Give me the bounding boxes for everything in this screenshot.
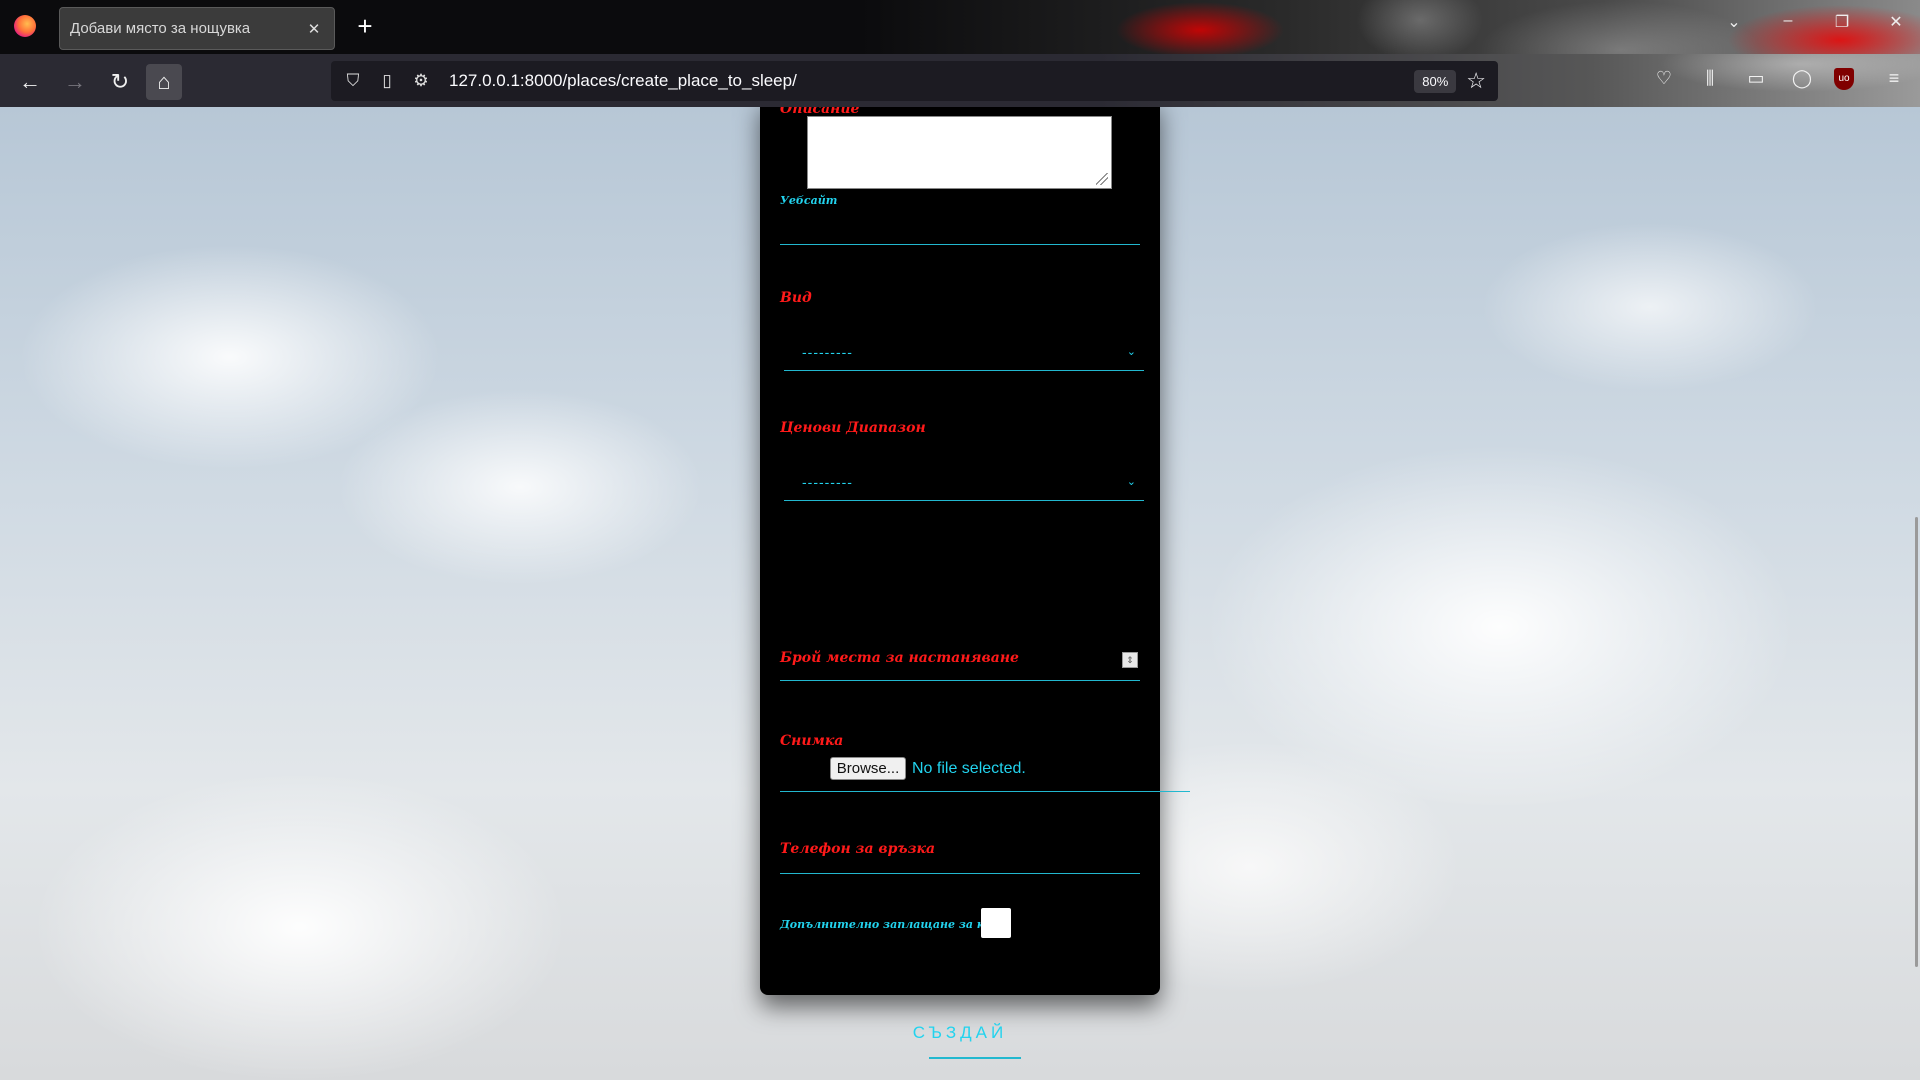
page-icon[interactable]: ▯ xyxy=(375,71,399,91)
zoom-level-badge[interactable]: 80% xyxy=(1414,69,1457,93)
price-range-select-value: --------- xyxy=(802,473,853,490)
browse-button[interactable]: Browse... xyxy=(830,757,906,780)
forward-arrow-icon[interactable]: → xyxy=(57,64,93,100)
new-tab-button[interactable]: + xyxy=(350,11,380,41)
type-select-value: --------- xyxy=(802,343,853,360)
photo-input-underline xyxy=(780,791,1190,792)
photo-label: Снимка xyxy=(780,733,844,749)
phone-input[interactable] xyxy=(780,873,1140,874)
scrollbar-thumb[interactable] xyxy=(1915,517,1918,967)
number-stepper-icon[interactable]: ⇕ xyxy=(1122,652,1138,668)
capacity-label: Брой места за настаняване xyxy=(780,650,1019,666)
chevron-down-icon: ⌄ xyxy=(1126,476,1136,488)
price-range-select[interactable]: --------- ⌄ xyxy=(784,463,1144,501)
close-window-icon[interactable]: ✕ xyxy=(1882,12,1910,32)
close-icon[interactable]: ✕ xyxy=(304,20,324,38)
home-icon[interactable]: ⌂ xyxy=(146,64,182,100)
page-viewport: Описание Уебсайт Вид --------- ⌄ Ценови … xyxy=(0,107,1920,1080)
permissions-icon[interactable]: ⚙ xyxy=(409,71,433,91)
file-status-text: No file selected. xyxy=(912,760,1026,777)
shield-icon[interactable]: ⛉ xyxy=(341,71,365,91)
ublock-origin-icon[interactable]: uo xyxy=(1834,68,1854,90)
type-select[interactable]: --------- ⌄ xyxy=(784,333,1144,371)
bookmark-star-icon[interactable]: ☆ xyxy=(1466,68,1486,94)
type-label: Вид xyxy=(780,290,812,306)
phone-label: Телефон за връзка xyxy=(780,841,936,857)
url-text[interactable]: 127.0.0.1:8000/places/create_place_to_sl… xyxy=(449,71,1414,91)
pocket-icon[interactable]: ♡ xyxy=(1650,68,1678,89)
library-icon[interactable]: ⫼ xyxy=(1696,68,1724,89)
browser-tab-active[interactable]: Добави място за нощувка ✕ xyxy=(59,7,335,50)
firefox-icon[interactable] xyxy=(14,15,36,37)
browser-titlebar: Добави място за нощувка ✕ + ⌄ – ❐ ✕ xyxy=(0,0,1920,54)
website-input[interactable] xyxy=(780,244,1140,245)
resize-grip-icon[interactable] xyxy=(1096,173,1108,185)
list-tabs-icon[interactable]: ⌄ xyxy=(1720,12,1748,32)
maximize-icon[interactable]: ❐ xyxy=(1828,12,1856,32)
description-textarea[interactable] xyxy=(807,116,1112,189)
capacity-input[interactable] xyxy=(780,680,1140,681)
back-arrow-icon[interactable]: ← xyxy=(12,64,48,100)
window-controls: ⌄ – ❐ ✕ xyxy=(1720,12,1910,32)
create-submit-button[interactable]: СЪЗДАЙ xyxy=(910,1023,1010,1057)
chevron-down-icon: ⌄ xyxy=(1126,346,1136,358)
account-icon[interactable]: ◯ xyxy=(1788,68,1816,89)
browser-toolbar: ← → ↻ ⌂ ⛉ ▯ ⚙ 127.0.0.1:8000/places/crea… xyxy=(0,54,1920,107)
dog-fee-checkbox[interactable] xyxy=(981,908,1011,938)
tab-title: Добави място за нощувка xyxy=(70,20,251,37)
minimize-icon[interactable]: – xyxy=(1774,12,1802,32)
sidebar-icon[interactable]: ▭ xyxy=(1742,68,1770,89)
dog-fee-label: Допълнително заплащане за куче xyxy=(780,918,1006,931)
website-label: Уебсайт xyxy=(780,194,838,207)
price-range-label: Ценови Диапазон xyxy=(780,420,926,436)
reload-icon[interactable]: ↻ xyxy=(102,64,138,100)
submit-underline xyxy=(929,1057,1021,1059)
create-place-form: Описание Уебсайт Вид --------- ⌄ Ценови … xyxy=(760,107,1190,1059)
address-bar[interactable]: ⛉ ▯ ⚙ 127.0.0.1:8000/places/create_place… xyxy=(331,61,1498,101)
menu-icon[interactable]: ≡ xyxy=(1880,68,1908,89)
